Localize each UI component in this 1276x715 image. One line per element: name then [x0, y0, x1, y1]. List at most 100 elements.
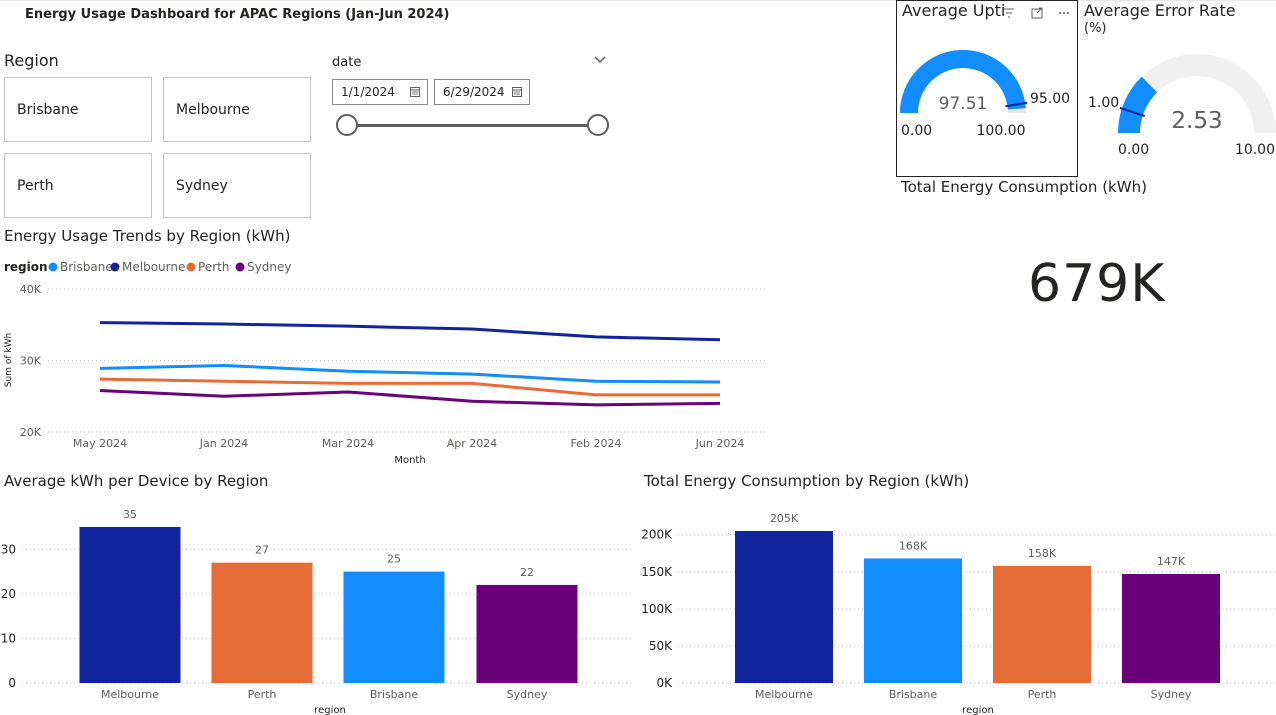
data-label: 22 [520, 566, 534, 579]
error-gauge-title-unit: (%) [1084, 21, 1107, 36]
y-tick-label: 20 [1, 587, 16, 601]
y-tick-label: 40K [20, 283, 42, 296]
gauge-max-label: 10.00 [1235, 142, 1275, 158]
region-tile-brisbane[interactable]: Brisbane [4, 77, 152, 142]
region-tile-label: Sydney [176, 178, 228, 194]
gauge-min-label: 0.00 [901, 123, 932, 139]
bar-sydney [476, 584, 578, 683]
y-tick-label: 100K [641, 602, 673, 616]
y-tick-label: 10 [1, 631, 16, 645]
x-tick-label: Perth [1028, 688, 1057, 701]
y-tick-label: 0K [656, 676, 673, 690]
legend-label: Melbourne [122, 260, 185, 274]
bar-perth [211, 562, 313, 683]
calendar-icon[interactable] [512, 86, 522, 97]
bar-melbourne [735, 531, 833, 683]
legend-marker-perth [186, 262, 196, 272]
focus-mode-icon[interactable] [1030, 6, 1044, 20]
data-label: 147K [1157, 555, 1186, 568]
data-label: 168K [899, 539, 928, 552]
region-tile-label: Perth [17, 178, 54, 194]
calendar-icon[interactable] [410, 86, 420, 97]
y-axis-title: Sum of kWh [4, 333, 14, 387]
data-label: 205K [770, 512, 799, 525]
legend-marker-brisbane [48, 262, 58, 272]
gauge-target-label: 95.00 [1030, 91, 1070, 107]
energy-trend-line-chart[interactable]: region Brisbane Melbourne Perth Sydney 20K 3… [0, 252, 780, 467]
start-date-input[interactable]: 1/1/2024 [332, 79, 428, 105]
legend-marker-melbourne [110, 262, 120, 272]
x-axis-title: region [962, 705, 994, 715]
bar-brisbane [343, 571, 445, 683]
line-chart-title: Energy Usage Trends by Region (kWh) [4, 227, 291, 245]
region-tile-melbourne[interactable]: Melbourne [163, 77, 311, 142]
x-tick-label: Feb 2024 [571, 437, 622, 450]
date-range-end-handle[interactable] [587, 114, 609, 136]
x-tick-label: Jun 2024 [695, 437, 745, 450]
bar-brisbane [864, 558, 962, 683]
gauge-max-label: 100.00 [977, 123, 1026, 139]
filter-icon[interactable] [1002, 6, 1016, 20]
error-gauge[interactable]: 2.53 0.00 10.00 1.00 [1084, 50, 1276, 162]
y-tick-label: 200K [641, 528, 673, 542]
legend-label: Sydney [247, 260, 291, 274]
x-tick-label: Brisbane [370, 688, 419, 701]
avg-kwh-chart-title: Average kWh per Device by Region [4, 472, 269, 490]
data-label: 35 [123, 508, 137, 521]
gauge-target-label: 1.00 [1088, 95, 1119, 111]
total-energy-card-value: 679K [1028, 254, 1166, 314]
legend-title: region [4, 260, 48, 274]
x-tick-label: Sydney [507, 688, 548, 701]
y-tick-label: 0 [8, 676, 16, 690]
dashboard-title: Energy Usage Dashboard for APAC Regions … [25, 7, 450, 22]
gauge-value: 2.53 [1171, 108, 1222, 134]
data-label: 158K [1028, 547, 1057, 560]
date-slicer-title: date [332, 55, 362, 70]
x-tick-label: Apr 2024 [447, 437, 498, 450]
region-tile-sydney[interactable]: Sydney [163, 153, 311, 218]
gauge-value: 97.51 [939, 94, 988, 114]
x-tick-label: Jan 2024 [199, 437, 248, 450]
y-tick-label: 20K [20, 426, 42, 439]
y-tick-label: 150K [641, 565, 673, 579]
avg-kwh-bar-chart[interactable]: 0 10 20 30 35 Melbourne 27 Perth 25 Brisbane 22 Syd… [0, 495, 635, 715]
date-range-start-handle[interactable] [336, 114, 358, 136]
error-gauge-title: Average Error Rate [1084, 1, 1236, 20]
bar-melbourne [79, 527, 181, 683]
gauge-min-label: 0.00 [1118, 142, 1149, 158]
legend-label: Perth [198, 260, 229, 274]
date-range-slider-track[interactable] [347, 124, 598, 127]
legend-label: Brisbane [60, 260, 113, 274]
x-axis-title: Month [394, 455, 425, 466]
y-tick-label: 30K [20, 355, 42, 368]
y-tick-label: 50K [649, 639, 673, 653]
bar-perth [993, 565, 1091, 683]
end-date-value: 6/29/2024 [443, 85, 505, 99]
x-tick-label: Brisbane [889, 688, 938, 701]
region-tile-label: Brisbane [17, 102, 79, 118]
more-options-icon[interactable] [1057, 6, 1071, 20]
total-energy-card-title: Total Energy Consumption (kWh) [901, 178, 1147, 196]
line-chart-legend[interactable]: region Brisbane Melbourne Perth Sydney [4, 260, 291, 274]
x-tick-label: Perth [248, 688, 277, 701]
series-line-melbourne [99, 321, 721, 342]
start-date-value: 1/1/2024 [341, 85, 395, 99]
uptime-gauge[interactable]: 97.51 0.00 100.00 95.00 [896, 40, 1078, 145]
x-tick-label: Melbourne [755, 688, 813, 701]
chevron-down-icon[interactable] [593, 54, 607, 66]
x-tick-label: May 2024 [73, 437, 127, 450]
region-tile-perth[interactable]: Perth [4, 153, 152, 218]
total-by-region-chart-title: Total Energy Consumption by Region (kWh) [644, 472, 970, 490]
region-tile-label: Melbourne [176, 102, 250, 118]
x-axis-title: region [314, 705, 346, 715]
x-tick-label: Melbourne [101, 688, 159, 701]
bar-sydney [1122, 574, 1220, 683]
total-by-region-bar-chart[interactable]: 0K 50K 100K 150K 200K 205K Melbourne 168K Brisba… [640, 495, 1276, 715]
series-line-sydney [99, 389, 721, 407]
x-tick-label: Mar 2024 [322, 437, 374, 450]
y-tick-label: 30 [1, 542, 16, 556]
data-label: 25 [387, 553, 401, 566]
end-date-input[interactable]: 6/29/2024 [434, 79, 530, 105]
region-slicer-title: Region [4, 51, 59, 70]
legend-marker-sydney [235, 262, 245, 272]
